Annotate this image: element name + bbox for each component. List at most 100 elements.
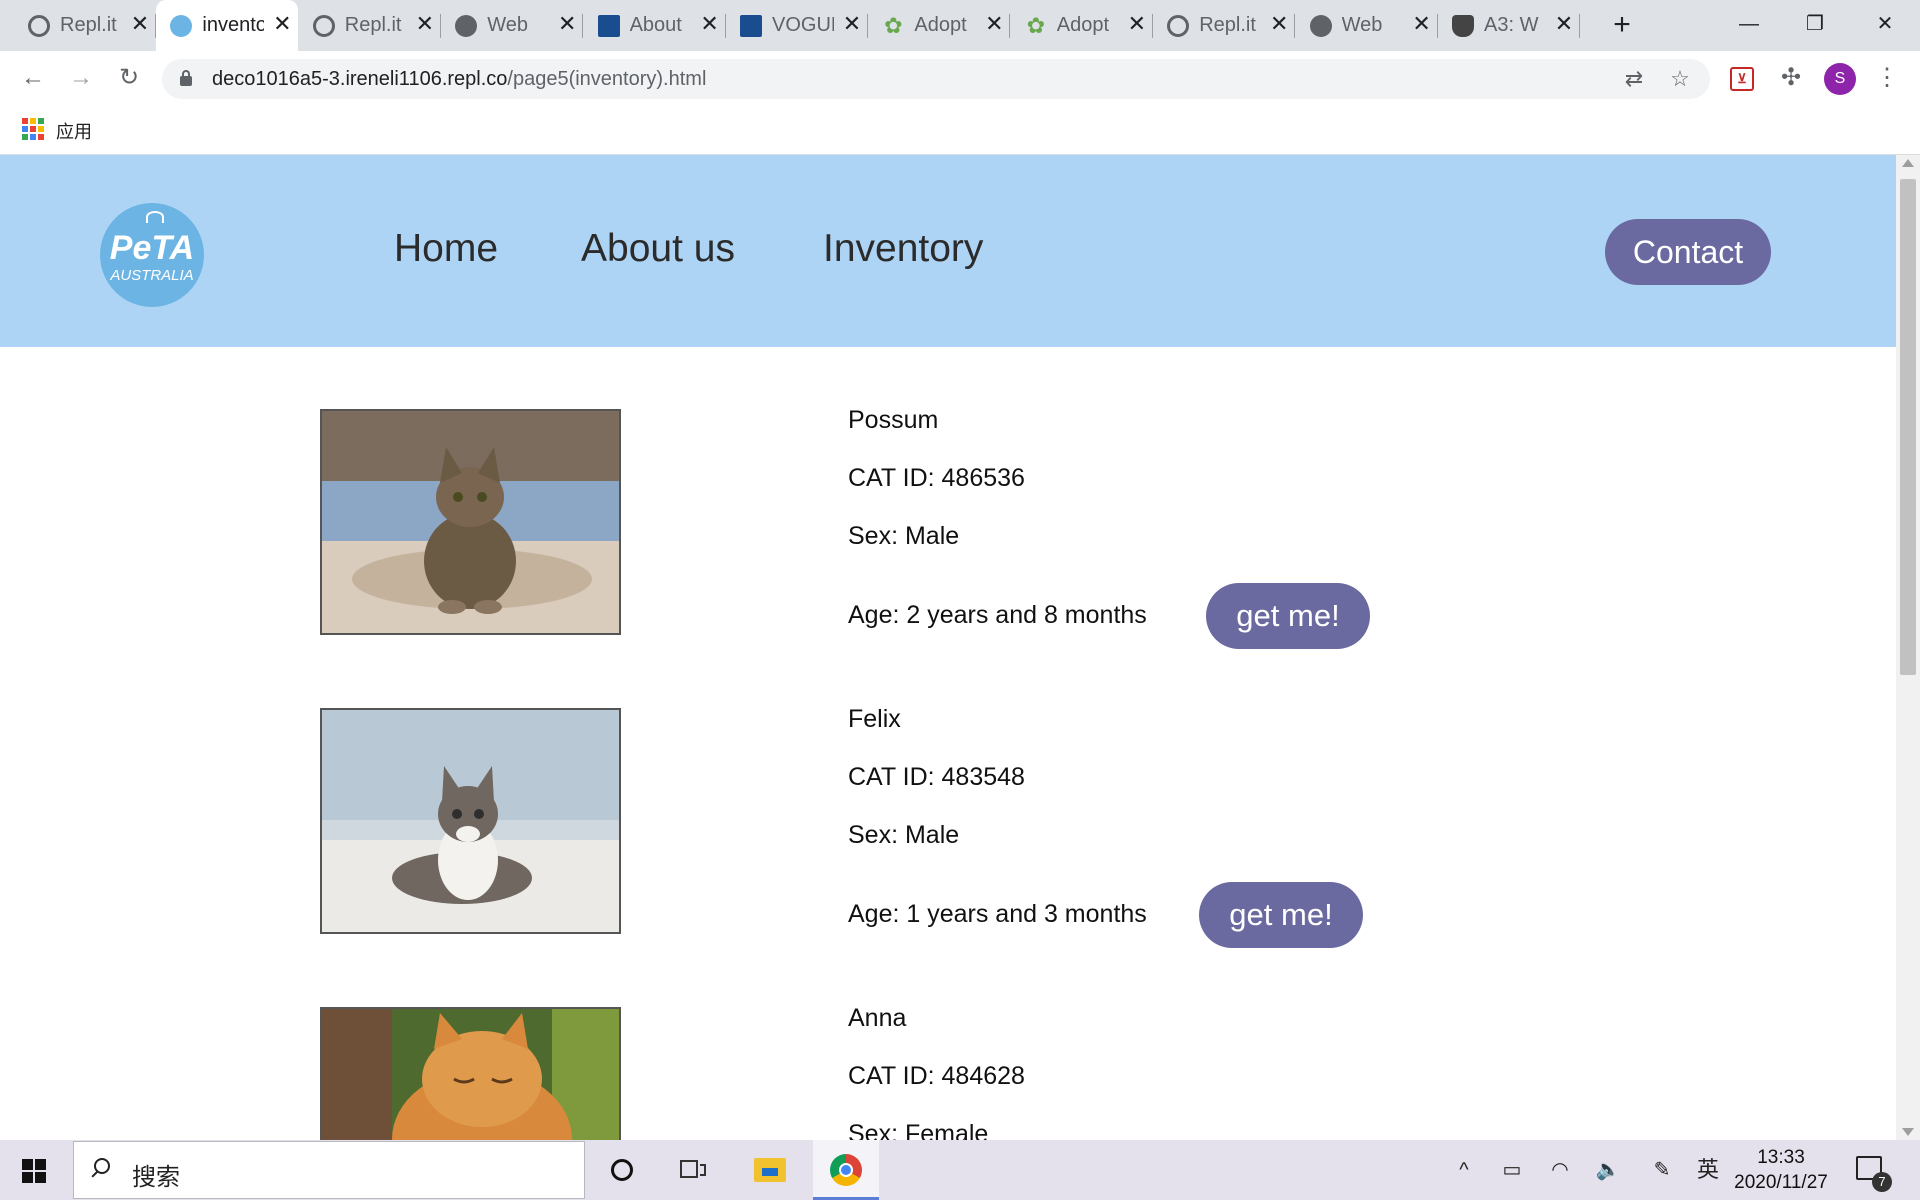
tab[interactable]: Repl.it ✕ bbox=[299, 0, 441, 51]
get-me-button-felix[interactable]: get me! bbox=[1199, 882, 1363, 948]
tab[interactable]: VOGUE ✕ bbox=[726, 0, 868, 51]
windows-start-icon[interactable] bbox=[22, 1159, 46, 1183]
tab-close-icon[interactable]: ✕ bbox=[128, 12, 152, 36]
tab-close-icon[interactable]: ✕ bbox=[270, 12, 294, 36]
back-icon[interactable]: ← bbox=[18, 63, 48, 93]
cat-name: Felix bbox=[848, 705, 901, 733]
cat-id: CAT ID: 486536 bbox=[848, 464, 1025, 492]
apps-grid-dot bbox=[38, 118, 44, 124]
contact-button[interactable]: Contact bbox=[1605, 219, 1771, 285]
close-window-button[interactable]: ✕ bbox=[1860, 6, 1910, 42]
tab-close-icon[interactable]: ✕ bbox=[982, 12, 1006, 36]
replit-icon bbox=[1167, 15, 1190, 37]
nav-about-us[interactable]: About us bbox=[581, 227, 735, 271]
url-text[interactable]: deco1016a5-3.ireneli1106.repl.co/page5(i… bbox=[212, 68, 706, 91]
tab-close-icon[interactable]: ✕ bbox=[413, 12, 437, 36]
translate-icon[interactable]: ⇄ bbox=[1620, 65, 1648, 93]
apps-grid-dot bbox=[38, 134, 44, 140]
battery-icon[interactable]: ▭ bbox=[1498, 1158, 1526, 1182]
apps-grid-dot bbox=[38, 126, 44, 132]
tab[interactable]: Web ✕ bbox=[441, 0, 584, 51]
new-tab-button[interactable]: + bbox=[1604, 8, 1640, 44]
apps-grid-dot bbox=[30, 118, 36, 124]
chrome-taskbar-button[interactable] bbox=[813, 1140, 879, 1200]
apps-grid-dot bbox=[30, 134, 36, 140]
address-bar[interactable]: deco1016a5-3.ireneli1106.repl.co/page5(i… bbox=[162, 59, 1710, 99]
tab-close-icon[interactable]: ✕ bbox=[1125, 12, 1149, 36]
cortana-icon bbox=[611, 1159, 633, 1181]
ime-indicator[interactable]: 英 bbox=[1694, 1158, 1722, 1182]
tab[interactable]: Repl.it ✕ bbox=[14, 0, 156, 51]
paw-icon: ✿ bbox=[884, 13, 903, 38]
tab-close-icon[interactable]: ✕ bbox=[1410, 12, 1434, 36]
logo-text-peta: PeTA bbox=[109, 229, 195, 267]
cat-sex: Sex: Male bbox=[848, 821, 960, 849]
scroll-thumb[interactable] bbox=[1900, 179, 1916, 675]
tab-title: inventory bbox=[202, 14, 265, 36]
apps-bookmark-label[interactable]: 应用 bbox=[56, 118, 92, 144]
paw-icon: ✿ bbox=[1026, 13, 1046, 38]
tab-close-icon[interactable]: ✕ bbox=[840, 12, 864, 36]
tab[interactable]: A3: W ✕ bbox=[1438, 0, 1580, 51]
page-scrollbar[interactable] bbox=[1896, 155, 1920, 1140]
bookmarks-bar: 应用 bbox=[0, 106, 1920, 155]
tray-chevron-icon[interactable]: ^ bbox=[1450, 1158, 1478, 1182]
pen-icon[interactable]: ✎ bbox=[1648, 1158, 1676, 1182]
scroll-up-arrow-icon[interactable] bbox=[1902, 159, 1914, 167]
apps-grid-dot bbox=[22, 134, 28, 140]
cortana-button[interactable] bbox=[592, 1140, 658, 1200]
nav-inventory[interactable]: Inventory bbox=[823, 227, 983, 271]
forward-icon[interactable]: → bbox=[66, 63, 96, 93]
chrome-icon bbox=[830, 1154, 862, 1186]
tab[interactable]: Repl.it ✕ bbox=[1153, 0, 1296, 51]
globe-icon bbox=[455, 15, 478, 37]
peta-favicon-icon bbox=[170, 15, 193, 37]
tab[interactable]: ✿ Adopt ✕ bbox=[1011, 0, 1153, 51]
tab[interactable]: Web ✕ bbox=[1296, 0, 1438, 51]
vogue-icon bbox=[740, 15, 762, 37]
pocket-extension-icon[interactable]: ⊻ bbox=[1730, 67, 1754, 91]
file-explorer-button[interactable] bbox=[738, 1140, 804, 1200]
extensions-puzzle-icon[interactable]: ✣ bbox=[1776, 63, 1806, 93]
folder-icon bbox=[754, 1158, 786, 1182]
get-me-button-possum[interactable]: get me! bbox=[1206, 583, 1370, 649]
restore-button[interactable]: ❐ bbox=[1790, 6, 1840, 42]
tab[interactable]: About ✕ bbox=[584, 0, 726, 51]
orange-cat-photo bbox=[322, 1009, 619, 1140]
taskbar-search-input[interactable]: 搜索 bbox=[73, 1141, 585, 1199]
task-view-icon-part bbox=[700, 1164, 706, 1176]
system-clock[interactable]: 13:33 2020/11/27 bbox=[1725, 1146, 1837, 1196]
page-viewport: PeTA AUSTRALIA Home About us Inventory C… bbox=[0, 155, 1896, 1140]
apps-grid-icon[interactable] bbox=[22, 118, 44, 140]
tab-title: Web bbox=[1341, 14, 1383, 36]
tab[interactable]: ✿ Adopt ✕ bbox=[868, 0, 1011, 51]
cat-id: CAT ID: 484628 bbox=[848, 1062, 1025, 1090]
cat-sex: Sex: Female bbox=[848, 1120, 989, 1140]
search-icon-handle bbox=[91, 1170, 99, 1178]
cat-name: Possum bbox=[848, 406, 939, 434]
minimize-button[interactable]: — bbox=[1724, 6, 1774, 42]
tab-active[interactable]: inventory✕ bbox=[156, 0, 299, 51]
scroll-down-arrow-icon[interactable] bbox=[1902, 1128, 1914, 1136]
tab-close-icon[interactable]: ✕ bbox=[555, 12, 579, 36]
bookmark-star-icon[interactable]: ☆ bbox=[1666, 65, 1694, 93]
menu-kebab-icon[interactable]: ⋮ bbox=[1872, 63, 1902, 93]
tab-close-icon[interactable]: ✕ bbox=[698, 12, 722, 36]
peta-logo[interactable]: PeTA AUSTRALIA bbox=[100, 203, 204, 307]
globe-icon bbox=[1309, 15, 1332, 37]
reload-icon[interactable]: ↻ bbox=[114, 63, 144, 93]
cat-age: Age: 1 years and 3 months bbox=[848, 900, 1147, 928]
clock-date: 2020/11/27 bbox=[1734, 1172, 1828, 1193]
lock-icon[interactable] bbox=[180, 68, 192, 86]
tab-title: Repl.it bbox=[344, 14, 402, 36]
tab-close-icon[interactable]: ✕ bbox=[1552, 12, 1576, 36]
task-view-button[interactable] bbox=[662, 1140, 728, 1200]
wifi-icon[interactable]: ◠ bbox=[1546, 1158, 1574, 1182]
nav-home[interactable]: Home bbox=[394, 227, 498, 271]
clock-time: 13:33 bbox=[1757, 1147, 1805, 1168]
tab-close-icon[interactable]: ✕ bbox=[1267, 12, 1291, 36]
tabby-cat-photo bbox=[322, 411, 619, 633]
cat-photo-possum bbox=[320, 409, 621, 635]
volume-icon[interactable]: 🔈 bbox=[1594, 1158, 1622, 1182]
profile-avatar[interactable]: S bbox=[1824, 63, 1856, 95]
